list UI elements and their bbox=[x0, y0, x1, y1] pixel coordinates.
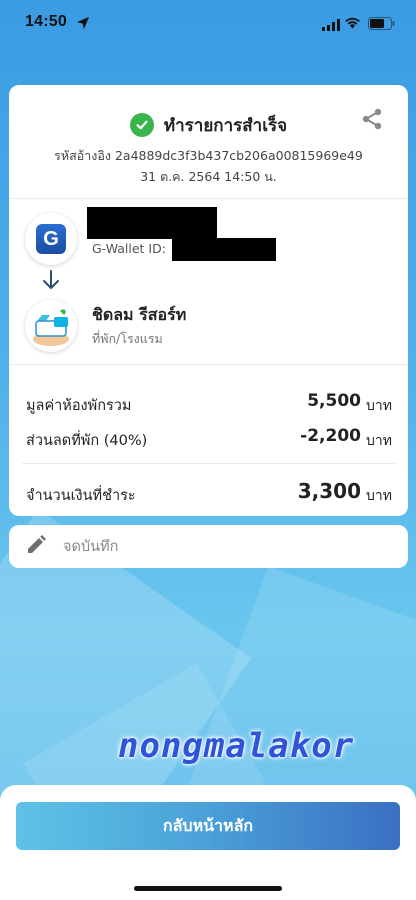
g-wallet-id-label: G-Wallet ID: bbox=[92, 241, 166, 256]
recipient-type: ที่พัก/โรงแรม bbox=[92, 331, 163, 346]
divider bbox=[9, 198, 408, 199]
discount-unit: บาท bbox=[366, 433, 392, 449]
room-total-unit: บาท bbox=[366, 398, 392, 414]
transaction-receipt-card: ทำรายการสำเร็จ รหัสอ้างอิง 2a4889dc3f3b4… bbox=[9, 85, 408, 516]
divider bbox=[22, 463, 395, 464]
paid-amount-unit: บาท bbox=[366, 488, 392, 504]
success-header: ทำรายการสำเร็จ bbox=[9, 110, 408, 140]
redacted-sender-name bbox=[87, 207, 217, 239]
pencil-icon bbox=[25, 534, 47, 560]
recipient-name: ชิดลม รีสอร์ท bbox=[92, 305, 187, 324]
watermark-text: nongmalakor bbox=[118, 726, 355, 766]
room-total-amount: 5,500 bbox=[307, 391, 361, 411]
note-field[interactable] bbox=[9, 525, 408, 568]
recipient-avatar bbox=[25, 300, 77, 352]
success-title: ทำรายการสำเร็จ bbox=[163, 115, 288, 136]
thung-ngoen-logo-icon bbox=[33, 309, 69, 346]
reference-code: รหัสอ้างอิง 2a4889dc3f3b437cb206a0081596… bbox=[54, 148, 363, 163]
room-total-label: มูลค่าห้องพักรวม bbox=[26, 398, 132, 414]
success-check-icon bbox=[129, 113, 154, 137]
divider bbox=[9, 364, 408, 365]
paid-amount: 3,300 bbox=[297, 479, 361, 503]
bottom-action-bar: กลับหน้าหลัก bbox=[0, 785, 416, 900]
arrow-down-icon bbox=[41, 269, 61, 295]
cellular-signal-icon bbox=[322, 16, 340, 35]
battery-icon bbox=[368, 15, 395, 34]
transaction-datetime: 31 ต.ค. 2564 14:50 น. bbox=[140, 169, 277, 184]
back-to-home-button[interactable]: กลับหน้าหลัก bbox=[16, 802, 400, 850]
share-icon[interactable] bbox=[360, 107, 384, 135]
sender-avatar: G bbox=[25, 213, 77, 265]
status-bar: 14:50 bbox=[0, 0, 416, 46]
discount-amount: -2,200 bbox=[300, 426, 361, 446]
status-time: 14:50 bbox=[25, 13, 67, 30]
location-arrow-icon bbox=[76, 15, 90, 34]
discount-label: ส่วนลดที่พัก (40%) bbox=[26, 433, 148, 449]
g-wallet-logo-icon: G bbox=[36, 224, 66, 254]
paid-amount-label: จำนวนเงินที่ชำระ bbox=[26, 488, 136, 504]
note-input[interactable] bbox=[63, 538, 383, 555]
home-indicator bbox=[134, 886, 282, 891]
wifi-icon bbox=[344, 14, 361, 33]
redacted-wallet-id bbox=[172, 238, 276, 261]
